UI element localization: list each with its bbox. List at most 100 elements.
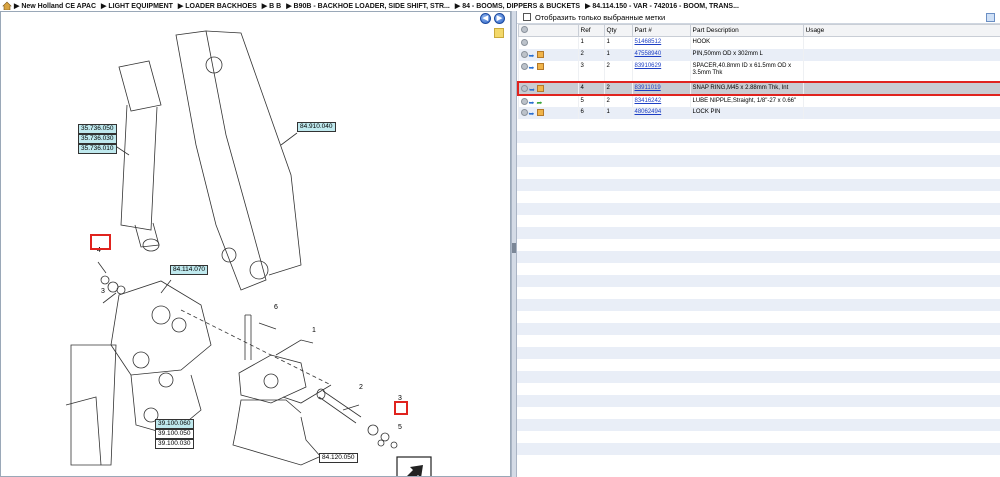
cell-ref: 3 [577, 60, 604, 82]
empty-row [517, 190, 1000, 203]
cell-qty: 2 [603, 80, 632, 96]
empty-row [517, 298, 1000, 311]
part-number-link[interactable]: 47558940 [635, 51, 662, 57]
callout-label[interactable]: 84.120.050 [319, 453, 358, 463]
cell-ref: 4 [577, 80, 604, 96]
empty-row [517, 394, 1000, 407]
replace-arrow-icon[interactable]: ➥ [529, 53, 536, 60]
part-ref-number[interactable]: 1 [312, 327, 316, 334]
selected-part-highlight [90, 234, 111, 250]
part-number-link[interactable]: 48062494 [635, 109, 662, 115]
breadcrumb-item[interactable]: ▶ LOADER BACKHOES [178, 2, 257, 10]
column-header-qty[interactable]: Qty [603, 24, 633, 37]
empty-row [517, 214, 1000, 227]
part-number-link[interactable]: 83910629 [635, 63, 662, 69]
diagram-pane: ◀ ▶ 35.736.050 35.736.030 35.736.010 84.… [0, 11, 511, 477]
empty-row [517, 226, 1000, 239]
column-header-usage[interactable]: Usage [802, 24, 1000, 37]
breadcrumb-item[interactable]: ▶ LIGHT EQUIPMENT [101, 2, 173, 10]
cart-box-icon[interactable] [536, 50, 544, 58]
exploded-parts-diagram [65, 30, 432, 476]
empty-row [517, 178, 1000, 191]
empty-row [517, 430, 1000, 443]
cell-usage [802, 106, 1000, 119]
empty-row [517, 262, 1000, 275]
parts-list-pane: Отобразить только выбранные метки Ref Qt… [517, 11, 1000, 477]
column-header-description[interactable]: Part Description [689, 24, 804, 37]
callout-label[interactable]: 84.910.040 [297, 122, 336, 132]
row-actions: ➥ [517, 48, 578, 61]
part-ref-number[interactable]: 6 [274, 304, 278, 311]
empty-row [517, 382, 1000, 395]
show-selected-checkbox[interactable] [523, 13, 531, 21]
replace-arrow-icon[interactable]: ➥ [529, 87, 536, 93]
replace-arrow-icon[interactable]: ➥ [529, 65, 536, 72]
row-actions: ➥ [517, 60, 578, 82]
select-row-icon[interactable] [521, 84, 528, 92]
cell-ref: 5 [577, 94, 604, 107]
cell-description: PIN,50mm OD x 302mm L [689, 48, 803, 61]
empty-row [517, 286, 1000, 299]
gear-icon[interactable] [520, 26, 528, 33]
cell-description: SPACER,40.8mm ID x 61.5mm OD x 3.5mm Thk [689, 60, 803, 82]
select-row-icon[interactable] [520, 39, 528, 46]
table-row[interactable]: ➥ 3 2 83910629 SPACER,40.8mm ID x 61.5mm… [517, 60, 1000, 82]
table-row[interactable]: ➥ 6 1 48062494 LOCK PIN [517, 106, 1000, 119]
callout-label[interactable]: 35.736.010 [78, 144, 117, 154]
cell-description: SNAP RING,M45 x 2.88mm Thk, Int [689, 80, 803, 96]
column-header-part[interactable]: Part # [631, 24, 691, 37]
callout-label[interactable]: 35.736.050 [78, 124, 117, 134]
callout-label[interactable]: 84.114.070 [170, 265, 209, 275]
empty-rows [517, 118, 1000, 467]
row-actions: ➥ ➦ [517, 94, 578, 107]
select-row-icon[interactable] [520, 62, 528, 70]
cell-usage [802, 80, 1000, 96]
part-ref-number[interactable]: 3 [101, 288, 105, 295]
green-arrow-icon[interactable]: ➦ [537, 100, 544, 107]
select-row-icon[interactable] [520, 108, 528, 116]
select-row-icon[interactable] [520, 50, 528, 58]
empty-row [517, 442, 1000, 455]
home-icon[interactable] [2, 1, 12, 10]
callout-label[interactable]: 35.736.030 [78, 134, 117, 144]
empty-row [517, 142, 1000, 155]
breadcrumb-item[interactable]: ▶ B B [262, 2, 281, 10]
callout-label[interactable]: 39.100.030 [155, 439, 194, 449]
column-header-ref[interactable]: Ref [577, 24, 605, 37]
empty-row [517, 322, 1000, 335]
table-row[interactable]: ➥ 2 1 47558940 PIN,50mm OD x 302mm L [517, 48, 1000, 61]
cell-description: HOOK [689, 36, 803, 49]
splitter-grip-icon[interactable] [512, 243, 516, 253]
breadcrumb-item[interactable]: ▶ B90B - BACKHOE LOADER, SIDE SHIFT, STR… [286, 2, 450, 10]
empty-row [517, 118, 1000, 131]
empty-row [517, 418, 1000, 431]
cell-part: 83911019 [631, 80, 690, 96]
empty-row [517, 250, 1000, 263]
callout-label[interactable]: 39.100.050 [155, 429, 194, 439]
callout-label[interactable]: 39.100.060 [155, 419, 194, 429]
part-ref-number[interactable]: 2 [359, 384, 363, 391]
part-number-link[interactable]: 83911019 [635, 85, 661, 91]
table-row[interactable]: 1 1 51468512 HOOK [517, 36, 1000, 49]
cart-box-icon[interactable] [537, 84, 544, 92]
part-number-link[interactable]: 51468512 [635, 39, 662, 45]
part-number-link[interactable]: 83416242 [635, 98, 662, 104]
table-row-selected[interactable]: ➥ 4 2 83911019 SNAP RING,M45 x 2.88mm Th… [517, 80, 1000, 96]
replace-arrow-icon[interactable]: ➥ [529, 100, 536, 107]
cell-qty: 2 [603, 94, 632, 107]
cart-box-icon[interactable] [536, 108, 544, 116]
cell-part: 83416242 [631, 94, 690, 107]
breadcrumb-item[interactable]: ▶ New Holland CE APAC [14, 2, 96, 10]
next-diagram-button[interactable]: ▶ [494, 13, 505, 24]
replace-arrow-icon[interactable]: ➥ [529, 111, 536, 118]
table-row[interactable]: ➥ ➦ 5 2 83416242 LUBE NIPPLE,Straight, 1/… [517, 94, 1000, 107]
breadcrumb-item[interactable]: ▶ 84.114.150 - VAR - 742016 - BOOM, TRAN… [585, 2, 739, 10]
diagram-toolbar: ◀ ▶ [1, 12, 510, 25]
select-row-icon[interactable] [520, 97, 528, 105]
cart-box-icon[interactable] [536, 62, 544, 70]
cell-part: 83910629 [631, 60, 690, 82]
breadcrumb-item[interactable]: ▶ 84 - BOOMS, DIPPERS & BUCKETS [455, 2, 580, 10]
part-ref-number[interactable]: 5 [398, 424, 402, 431]
window-icon[interactable] [986, 13, 995, 22]
prev-diagram-button[interactable]: ◀ [480, 13, 491, 24]
